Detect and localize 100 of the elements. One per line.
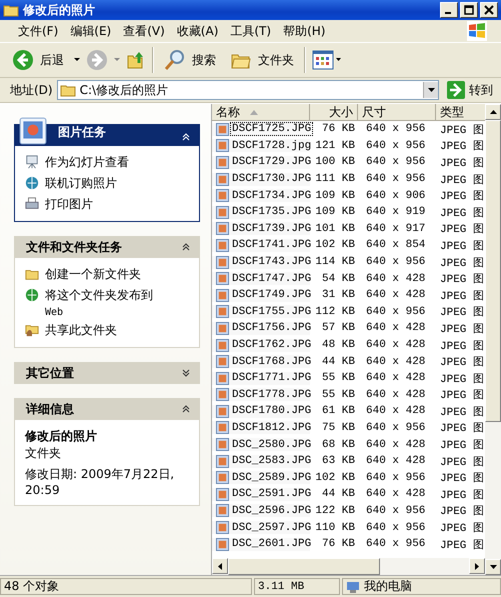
- printer-icon: [25, 197, 39, 211]
- minimize-button[interactable]: [440, 2, 458, 18]
- file-type: JPEG 图: [439, 256, 485, 270]
- file-name[interactable]: DSCF1812.JPG: [231, 422, 312, 434]
- file-name[interactable]: DSCF1771.JPG: [231, 372, 312, 384]
- file-name[interactable]: DSCF1762.JPG: [231, 339, 312, 352]
- column-header[interactable]: 名称: [212, 104, 310, 121]
- scroll-up-icon: [490, 110, 496, 114]
- task-link[interactable]: 联机订购照片: [25, 175, 189, 192]
- image-dimensions: 640 x 428: [365, 488, 426, 500]
- image-file-icon: [216, 438, 229, 452]
- file-type: JPEG 图: [439, 322, 485, 336]
- file-name[interactable]: DSCF1728.jpg: [231, 140, 312, 152]
- file-size: 54 KB: [320, 272, 356, 285]
- image-dimensions: 640 x 956: [365, 140, 426, 152]
- file-type: JPEG 图: [439, 340, 485, 353]
- file-size: 100 KB: [314, 156, 356, 168]
- maximize-button[interactable]: [460, 2, 478, 18]
- dropdown-button[interactable]: [423, 82, 438, 98]
- file-type: JPEG 图: [439, 472, 485, 486]
- horizontal-scrollbar[interactable]: [212, 558, 485, 575]
- image-dimensions: 640 x 956: [365, 123, 426, 136]
- file-name[interactable]: DSCF1749.JPG: [231, 289, 312, 302]
- task-link[interactable]: 共享此文件夹: [25, 322, 189, 339]
- file-name[interactable]: DSCF1725.JPG: [231, 123, 312, 136]
- expand-icon[interactable]: [182, 369, 190, 377]
- task-link[interactable]: 打印图片: [25, 196, 189, 213]
- menu-item[interactable]: 查看(V): [123, 22, 165, 40]
- file-name[interactable]: DSCF1768.JPG: [231, 356, 312, 368]
- file-type: JPEG 图: [439, 190, 485, 204]
- file-name[interactable]: DSCF1755.JPG: [231, 306, 312, 318]
- file-name[interactable]: DSCF1778.JPG: [231, 388, 312, 401]
- menu-item[interactable]: 收藏(A): [176, 22, 218, 40]
- collapse-icon[interactable]: [182, 405, 190, 413]
- file-name[interactable]: DSC_2580.JPG: [231, 438, 312, 451]
- file-name[interactable]: DSC_2591.JPG: [231, 488, 312, 500]
- file-name[interactable]: DSCF1739.JPG: [231, 222, 312, 235]
- image-file-icon: [216, 256, 229, 269]
- menu-item[interactable]: 帮助(H): [283, 22, 326, 40]
- collapse-icon[interactable]: [182, 243, 190, 251]
- image-file-icon: [216, 172, 229, 186]
- file-name[interactable]: DSCF1756.JPG: [231, 322, 312, 334]
- file-size: 102 KB: [314, 472, 356, 484]
- file-name[interactable]: DSCF1735.JPG: [231, 206, 312, 218]
- picture-frame-icon: [18, 116, 48, 146]
- file-type: JPEG 图: [439, 206, 485, 220]
- modified-date: 修改日期: 2009年7月22日, 20:59: [25, 466, 176, 497]
- minimize-icon: [444, 12, 450, 14]
- caret-icon[interactable]: [74, 58, 80, 62]
- go-button[interactable]: 转到: [443, 81, 497, 99]
- panel-header[interactable]: 图片任务: [14, 116, 200, 146]
- panel-header[interactable]: 其它位置: [14, 362, 200, 384]
- menu-item[interactable]: 工具(T): [230, 22, 272, 40]
- file-name[interactable]: DSC_2596.JPG: [231, 504, 312, 517]
- back-button[interactable]: 后退: [8, 47, 68, 73]
- image-file-icon: [216, 471, 229, 484]
- folders-button[interactable]: 文件夹: [226, 48, 298, 72]
- column-header[interactable]: 尺寸: [358, 104, 436, 121]
- column-header[interactable]: 大小: [310, 104, 358, 121]
- file-name[interactable]: DSC_2601.JPG: [231, 538, 312, 550]
- object-count: 48 个对象: [0, 578, 252, 595]
- file-size: 55 KB: [320, 388, 356, 401]
- search-button[interactable]: 搜索: [160, 47, 220, 73]
- address-field[interactable]: C:\修改后的照片: [56, 80, 439, 100]
- panel-header[interactable]: 文件和文件夹任务: [14, 236, 200, 258]
- menu-item[interactable]: 编辑(E): [70, 22, 112, 40]
- file-name[interactable]: DSC_2589.JPG: [231, 472, 312, 484]
- views-icon[interactable]: [312, 50, 342, 70]
- image-dimensions: 640 x 919: [365, 206, 426, 218]
- folder-icon: [3, 3, 19, 17]
- file-name[interactable]: DSCF1780.JPG: [231, 405, 312, 418]
- file-name[interactable]: DSCF1730.JPG: [231, 173, 312, 186]
- projector-screen-icon: [25, 155, 39, 169]
- shared-folder-icon: [25, 323, 39, 337]
- file-name[interactable]: DSC_2583.JPG: [231, 455, 312, 468]
- image-dimensions: 640 x 917: [365, 222, 426, 235]
- file-size: 75 KB: [320, 422, 356, 434]
- file-name[interactable]: DSCF1729.JPG: [231, 156, 312, 168]
- panel-header[interactable]: 详细信息: [14, 398, 200, 420]
- image-dimensions: 640 x 428: [365, 405, 426, 418]
- task-link[interactable]: 将这个文件夹发布到 Web: [25, 287, 189, 318]
- file-name[interactable]: DSCF1743.JPG: [231, 256, 312, 268]
- menu-item[interactable]: 文件(F): [18, 22, 58, 40]
- panel-title: 图片任务: [58, 124, 107, 141]
- task-link[interactable]: 创建一个新文件夹: [25, 266, 189, 283]
- file-name[interactable]: DSCF1747.JPG: [231, 272, 312, 285]
- file-name[interactable]: DSCF1741.JPG: [231, 239, 312, 252]
- globe-icon: [25, 288, 39, 302]
- image-dimensions: 640 x 956: [365, 156, 426, 168]
- close-button[interactable]: [480, 2, 498, 18]
- folder-up-icon[interactable]: [126, 50, 146, 70]
- file-type: JPEG 图: [439, 356, 485, 370]
- vertical-scrollbar[interactable]: [485, 104, 501, 575]
- folder-name: 修改后的照片: [25, 428, 98, 445]
- file-name[interactable]: DSC_2597.JPG: [231, 522, 312, 534]
- file-name[interactable]: DSCF1734.JPG: [231, 190, 312, 202]
- file-size: 121 KB: [314, 140, 356, 152]
- file-size: 111 KB: [314, 173, 356, 186]
- task-link[interactable]: 作为幻灯片查看: [25, 154, 189, 171]
- image-file-icon: [216, 288, 229, 302]
